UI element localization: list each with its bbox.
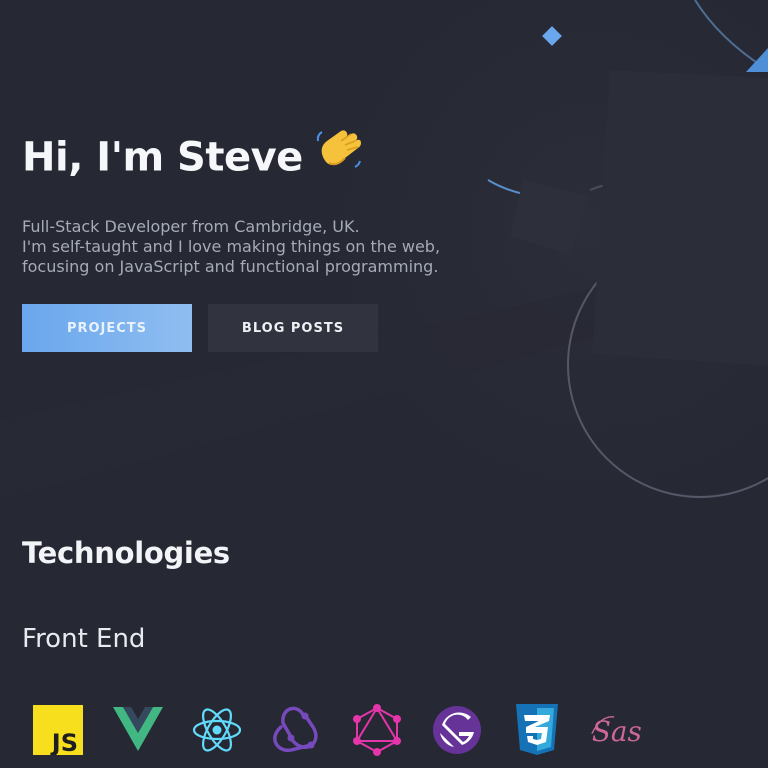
hero-line-2: I'm self-taught and I love making things… bbox=[22, 237, 441, 256]
front-end-heading: Front End bbox=[22, 624, 146, 654]
hero-line-1: Full-Stack Developer from Cambridge, UK. bbox=[22, 217, 360, 236]
redux-icon bbox=[271, 704, 323, 756]
projects-button[interactable]: PROJECTS bbox=[22, 304, 192, 352]
waving-hand-icon bbox=[315, 127, 363, 186]
javascript-icon: JS bbox=[32, 704, 84, 756]
hero-description: Full-Stack Developer from Cambridge, UK.… bbox=[22, 217, 502, 277]
hero-buttons: PROJECTS BLOG POSTS bbox=[22, 304, 502, 352]
react-icon bbox=[191, 704, 243, 756]
css3-icon bbox=[511, 704, 563, 756]
technologies-heading: Technologies bbox=[22, 536, 230, 570]
hero-section: Hi, I'm Steve Full-Stack Developer from … bbox=[22, 130, 502, 352]
hero-title-text: Hi, I'm Steve bbox=[22, 134, 303, 181]
javascript-icon-text: JS bbox=[50, 729, 78, 755]
hero-line-3: focusing on JavaScript and functional pr… bbox=[22, 257, 439, 276]
vue-icon bbox=[112, 704, 164, 756]
gatsby-icon bbox=[431, 704, 483, 756]
sass-icon-text: Sass bbox=[592, 715, 642, 748]
graphql-icon bbox=[351, 704, 403, 756]
blog-posts-button[interactable]: BLOG POSTS bbox=[208, 304, 378, 352]
sass-icon: Sass bbox=[590, 704, 642, 756]
hero-title: Hi, I'm Steve bbox=[22, 130, 502, 189]
